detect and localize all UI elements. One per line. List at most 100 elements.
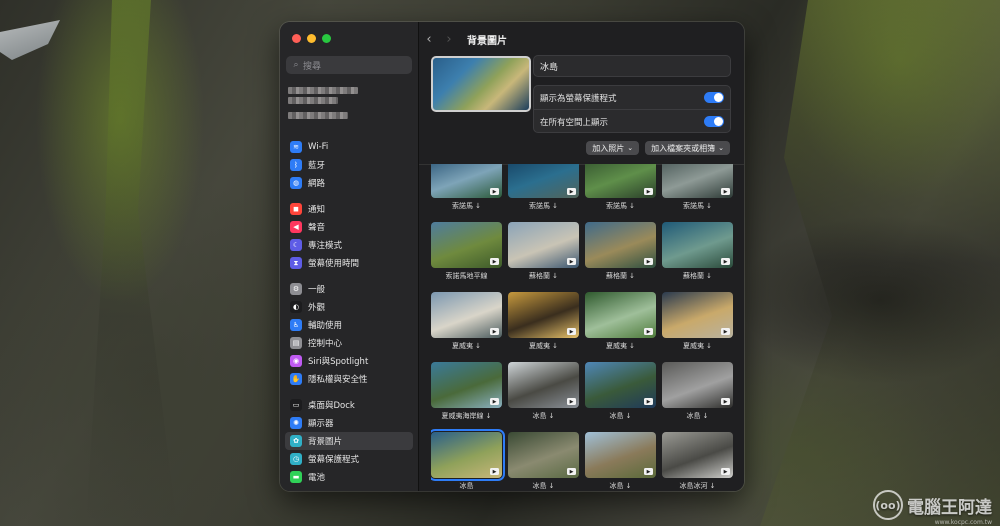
sidebar-item-siri[interactable]: ◉ Siri與Spotlight [285,352,413,370]
wallpaper-thumbnail[interactable]: ▶ [662,362,733,408]
wallpaper-tile[interactable]: ▶ 蘇格蘭 ↓ [508,222,579,292]
zoom-button[interactable] [322,34,331,43]
screensaver-toggle[interactable] [704,92,724,103]
wallpaper-tile[interactable]: ▶ 索諾馬地平線 [431,222,502,292]
sidebar: ⌕ 搜尋 ≋ Wi-Fi ᛒ 藍牙 ◍ 網路 ◼ 通知 ◀ 聲音 ☾ 專注模式 ⧗ 螢幕使用時間 ⚙ 一般 ◐ 外… [280,22,419,491]
sidebar-item-label: 專注模式 [308,241,343,251]
wallpaper-thumbnail[interactable]: ▶ [585,164,656,198]
wallpaper-caption: 索諾馬 ↓ [605,202,636,210]
sidebar-item-bluetooth[interactable]: ᛒ 藍牙 [285,156,413,174]
wallpaper-tile[interactable]: ▶ 冰島 ↓ [508,432,579,491]
video-icon: ▶ [644,328,653,335]
wallpaper-thumbnail[interactable]: ▶ [585,432,656,478]
sidebar-item-speaker[interactable]: ◀ 聲音 [285,218,413,236]
sidebar-item-wifi[interactable]: ≋ Wi-Fi [285,138,413,156]
sidebar-item-label: 輔助使用 [308,321,343,331]
bell-icon: ◼ [290,203,302,215]
wallpaper-tile[interactable]: ▶ 夏威夷 ↓ [585,292,656,362]
wallpaper-tile[interactable]: ▶ 冰島 ↓ [662,362,733,432]
wallpaper-thumbnail[interactable]: ▶ [662,164,733,198]
wallpaper-tile[interactable]: ▶ 夏威夷海岸線 ↓ [431,362,502,432]
wallpaper-tile[interactable]: ▶ 冰島 ↓ [508,362,579,432]
forward-chevron-icon[interactable]: › [439,32,459,47]
sidebar-item-moon[interactable]: ☾ 專注模式 [285,236,413,254]
wallpaper-grid[interactable]: ▶ 索諾馬 ↓ ▶ 索諾馬 ↓ ▶ 索諾馬 ↓ ▶ 索諾馬 ↓ ▶ 索諾馬地平線 ▶ 蘇格蘭 ↓ ▶ 蘇格… [431,164,733,491]
wallpaper-name: 冰島 [533,55,731,77]
video-icon: ▶ [490,258,499,265]
sidebar-item-battery[interactable]: ▬ 電池 [285,468,413,486]
wallpaper-tile[interactable]: ▶ 索諾馬 ↓ [431,164,502,222]
sidebar-item-wallpaper[interactable]: ✿ 背景圖片 [285,432,413,450]
wallpaper-tile[interactable]: ▶ 蘇格蘭 ↓ [585,222,656,292]
wallpaper-caption: 冰島 ↓ [532,412,555,420]
chevron-down-icon: ⌄ [718,144,724,152]
wallpaper-thumbnail[interactable]: ▶ [431,222,502,268]
sidebar-item-label: 電池 [308,473,326,483]
sidebar-item-hand[interactable]: ✋ 隱私權與安全性 [285,370,413,388]
wallpaper-caption: 蘇格蘭 ↓ [605,272,636,280]
wallpaper-thumbnail[interactable]: ▶ [585,292,656,338]
add-folder-button[interactable]: 加入檔案夾或相簿 ⌄ [645,141,730,155]
wallpaper-thumbnail[interactable]: ▶ [585,362,656,408]
minimize-button[interactable] [307,34,316,43]
sidebar-item-gear[interactable]: ⚙ 一般 [285,280,413,298]
option-label: 在所有空間上顯示 [540,117,609,128]
add-buttons: 加入照片 ⌄ 加入檔案夾或相簿 ⌄ [586,141,730,155]
wallpaper-thumbnail[interactable]: ▶ [662,432,733,478]
wallpaper-tile[interactable]: ▶ 索諾馬 ↓ [585,164,656,222]
wallpaper-tile[interactable]: ▶ 冰島冰河 ↓ [662,432,733,491]
wallpaper-thumbnail[interactable]: ▶ [508,292,579,338]
wallpaper-thumbnail[interactable]: ▶ [662,292,733,338]
moon-icon: ☾ [290,239,302,251]
wallpaper-thumbnail[interactable]: ▶ [431,362,502,408]
wallpaper-thumbnail[interactable]: ▶ [508,362,579,408]
video-icon: ▶ [567,398,576,405]
wallpaper-tile[interactable]: ▶ 夏威夷 ↓ [508,292,579,362]
add-photo-button[interactable]: 加入照片 ⌄ [586,141,640,155]
close-button[interactable] [292,34,301,43]
sidebar-item-dock[interactable]: ▭ 桌面與Dock [285,396,413,414]
sidebar-item-label: 外觀 [308,303,326,313]
apple-account-blurred[interactable] [288,84,358,122]
screensaver-icon: ◷ [290,453,302,465]
wallpaper-thumbnail[interactable]: ▶ [431,292,502,338]
wallpaper-tile[interactable]: ▶ 冰島 ↓ [585,432,656,491]
wallpaper-thumbnail[interactable]: ▶ [508,164,579,198]
sidebar-item-bell[interactable]: ◼ 通知 [285,200,413,218]
sidebar-item-appearance[interactable]: ◐ 外觀 [285,298,413,316]
gear-icon: ⚙ [290,283,302,295]
wallpaper-tile[interactable]: ▶ 蘇格蘭 ↓ [662,222,733,292]
wallpaper-caption: 夏威夷海岸線 ↓ [441,412,492,420]
sidebar-item-accessibility[interactable]: ♿ 輔助使用 [285,316,413,334]
wallpaper-thumbnail[interactable]: ▶ [431,429,505,481]
wallpaper-thumbnail[interactable]: ▶ [508,432,579,478]
wallpaper-caption: 索諾馬 ↓ [528,202,559,210]
sidebar-item-label: 一般 [308,285,326,295]
video-icon: ▶ [721,398,730,405]
sidebar-item-control-center[interactable]: ▤ 控制中心 [285,334,413,352]
wallpaper-thumbnail[interactable]: ▶ [662,222,733,268]
wallpaper-tile[interactable]: ▶ 索諾馬 ↓ [662,164,733,222]
video-icon: ▶ [490,468,499,475]
sidebar-item-sun[interactable]: ✺ 顯示器 [285,414,413,432]
sidebar-item-globe[interactable]: ◍ 網路 [285,174,413,192]
control-center-icon: ▤ [290,337,302,349]
wallpaper-caption: 夏威夷 ↓ [605,342,636,350]
sidebar-item-hourglass[interactable]: ⧗ 螢幕使用時間 [285,254,413,272]
wallpaper-thumbnail[interactable]: ▶ [585,222,656,268]
sidebar-item-screensaver[interactable]: ◷ 螢幕保護程式 [285,450,413,468]
wallpaper-tile[interactable]: ▶ 冰島 [431,429,505,491]
back-chevron-icon[interactable]: ‹ [419,32,439,47]
wallpaper-tile[interactable]: ▶ 索諾馬 ↓ [508,164,579,222]
wallpaper-tile[interactable]: ▶ 冰島 ↓ [585,362,656,432]
sidebar-item-label: 隱私權與安全性 [308,375,368,385]
wallpaper-thumbnail[interactable]: ▶ [508,222,579,268]
wallpaper-thumbnail[interactable]: ▶ [431,164,502,198]
accessibility-icon: ♿ [290,319,302,331]
wallpaper-tile[interactable]: ▶ 夏威夷 ↓ [662,292,733,362]
window-controls [292,34,331,43]
all-spaces-toggle[interactable] [704,116,724,127]
wallpaper-tile[interactable]: ▶ 夏威夷 ↓ [431,292,502,362]
search-field[interactable]: ⌕ 搜尋 [286,56,412,74]
option-screensaver: 顯示為螢幕保護程式 [534,86,730,109]
